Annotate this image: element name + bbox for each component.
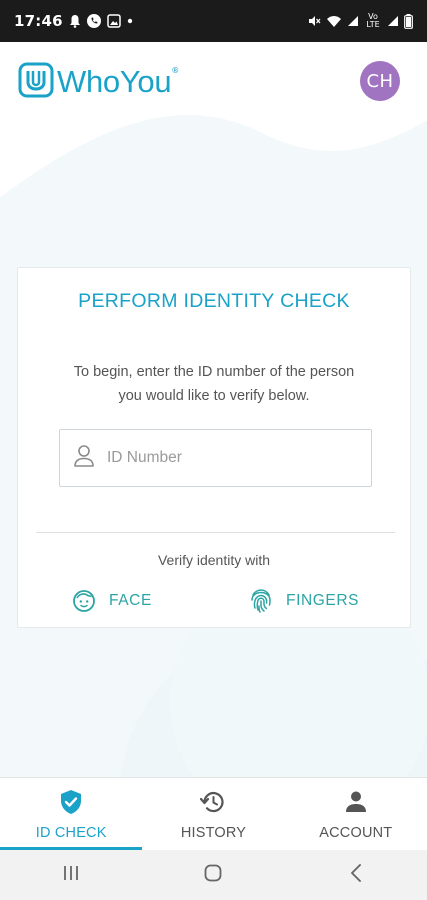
battery-icon <box>404 13 413 29</box>
shield-check-icon <box>59 789 83 819</box>
id-number-input[interactable] <box>107 430 337 486</box>
verify-label: Verify identity with <box>157 552 271 568</box>
signal-icon <box>387 15 399 27</box>
tab-id-check-label: ID CHECK <box>35 825 107 841</box>
home-button[interactable] <box>183 855 243 895</box>
history-icon <box>200 789 226 819</box>
whoyou-logo: WhoYou ® <box>18 62 179 102</box>
logo-text: WhoYou <box>57 64 172 99</box>
identity-check-card: PERFORM IDENTITY CHECK To begin, enter t… <box>17 267 411 628</box>
card-title: PERFORM IDENTITY CHECK <box>78 290 350 312</box>
mute-icon <box>307 14 321 28</box>
tab-history[interactable]: HISTORY <box>142 778 284 850</box>
face-label: FACE <box>109 592 152 609</box>
card-instructions: To begin, enter the ID number of the per… <box>18 360 410 408</box>
person-outline-icon <box>73 444 95 472</box>
system-navigation-bar <box>0 850 427 900</box>
dot-icon <box>127 18 133 24</box>
fingers-label: FINGERS <box>286 592 360 609</box>
notification-icon <box>69 14 81 28</box>
person-icon <box>344 789 368 819</box>
logo-trademark: ® <box>171 65 180 75</box>
back-button[interactable] <box>326 855 386 895</box>
recent-apps-button[interactable] <box>41 855 101 895</box>
back-icon <box>350 864 362 886</box>
signal-icon <box>347 15 359 27</box>
app-header: WhoYou ® CH <box>0 42 427 122</box>
fingerprint-icon <box>249 588 273 614</box>
instructions-line-1: To begin, enter the ID number of the per… <box>73 364 355 380</box>
image-icon <box>107 14 121 28</box>
tab-history-label: HISTORY <box>180 825 247 841</box>
phone-icon <box>86 14 101 28</box>
verify-fingers-button[interactable]: FINGERS <box>249 586 359 616</box>
instructions-line-2: you would like to verify below. <box>118 388 310 404</box>
avatar[interactable]: CH <box>360 61 400 101</box>
status-time: 17:46 <box>14 12 63 30</box>
divider <box>36 532 395 533</box>
id-number-field[interactable] <box>59 429 372 487</box>
verify-face-button[interactable]: FACE <box>72 586 152 616</box>
home-icon <box>204 864 222 886</box>
tab-account[interactable]: ACCOUNT <box>285 778 427 850</box>
tab-id-check[interactable]: ID CHECK <box>0 778 143 850</box>
status-bar: 17:46 Vo LTE <box>0 0 427 42</box>
tab-account-label: ACCOUNT <box>319 825 393 841</box>
logo-mark-icon <box>18 62 54 102</box>
bottom-nav: ID CHECK HISTORY ACCOUNT <box>0 777 427 850</box>
wifi-icon <box>326 14 342 28</box>
volte-text: Vo LTE <box>366 12 380 29</box>
recent-apps-icon <box>62 865 80 885</box>
face-icon <box>72 589 96 613</box>
